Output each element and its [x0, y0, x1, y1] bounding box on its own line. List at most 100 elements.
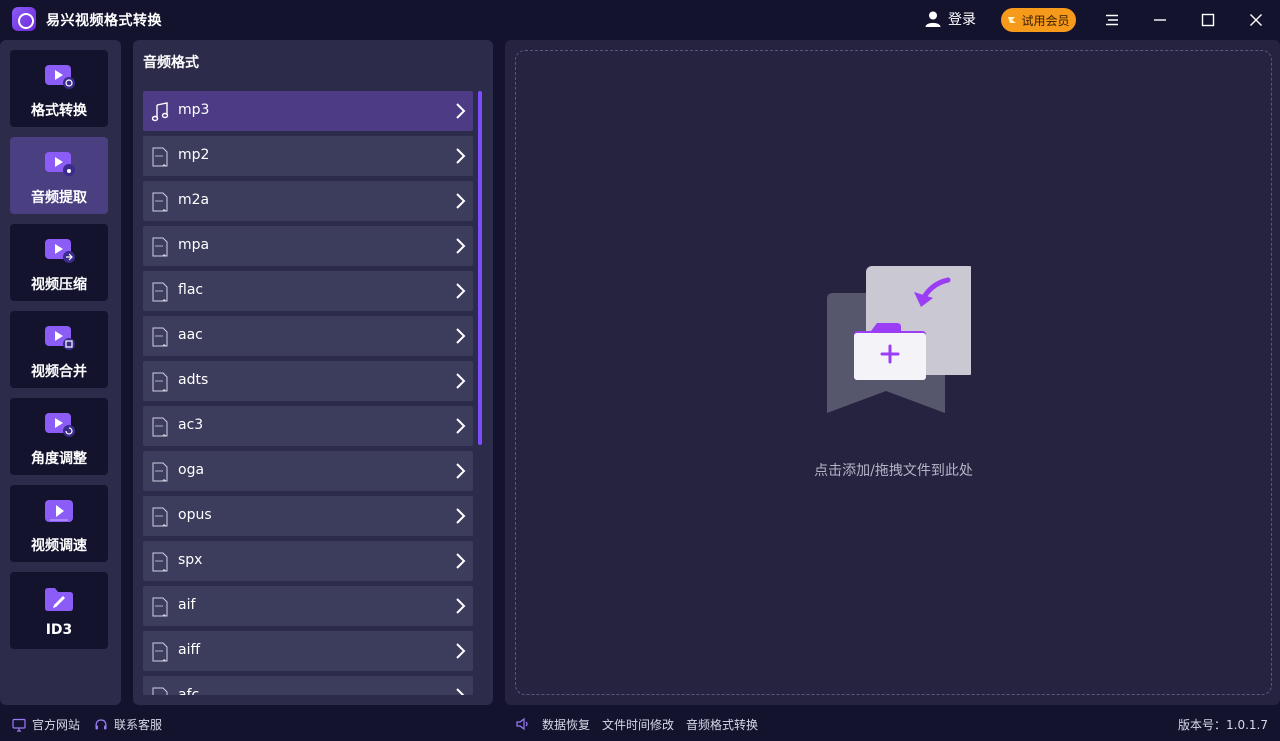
nav-item-label: ID3 [45, 622, 73, 638]
menu-icon [1106, 14, 1118, 26]
user-icon [925, 11, 941, 27]
section-title: 音频格式 [143, 55, 199, 71]
nav-item-speed[interactable]: 视频调速 [10, 485, 108, 562]
nav-item-id3-edit[interactable]: ID3 [10, 572, 108, 649]
nav-item-video-compress[interactable]: 视频压缩 [10, 224, 108, 301]
audio-file-icon [152, 597, 168, 617]
format-item-mpa[interactable]: mpa [143, 226, 473, 266]
format-item-aiff[interactable]: aiff [143, 631, 473, 671]
drop-zone-hint: 点击添加/拖拽文件到此处 [814, 463, 973, 479]
chevron-right-icon [456, 283, 466, 299]
chevron-right-icon [456, 688, 465, 695]
nav-item-label: 音频提取 [31, 190, 87, 206]
format-item-adts[interactable]: adts [143, 361, 473, 401]
nav-item-audio-extract[interactable]: 音频提取 [10, 137, 108, 214]
minimize-button[interactable] [1148, 8, 1172, 32]
contact-support-label: 联系客服 [114, 718, 163, 732]
headset-icon [95, 718, 107, 729]
audio-file-icon [152, 192, 168, 212]
file-drop-zone[interactable]: 点击添加/拖拽文件到此处 [515, 50, 1272, 695]
audio-file-icon [152, 552, 168, 572]
format-label: oga [178, 462, 205, 478]
audio-format-convert-label: 音频格式转换 [686, 718, 759, 732]
nav-item-label: 格式转换 [31, 103, 87, 119]
chevron-right-icon [456, 103, 466, 119]
official-site-label: 官方网站 [32, 718, 81, 732]
title-bar: 易兴视频格式转换 登录 试用会员 [0, 0, 1280, 40]
audio-file-icon [152, 372, 168, 392]
audio-file-icon [152, 417, 168, 437]
format-item-aif[interactable]: aif [143, 586, 473, 626]
nav-item-video-convert[interactable]: 格式转换 [10, 50, 108, 127]
chevron-right-icon [456, 508, 466, 524]
format-item-mp2[interactable]: mp2 [143, 136, 473, 176]
audio-format-convert-link[interactable]: 音频格式转换 [686, 716, 758, 733]
audio-file-icon [152, 237, 168, 257]
video-merge-icon [45, 326, 75, 350]
file-time-edit-label: 文件时间修改 [602, 718, 675, 732]
app-title: 易兴视频格式转换 [46, 13, 162, 29]
format-label: m2a [178, 192, 210, 208]
file-drop-panel: 点击添加/拖拽文件到此处 [505, 40, 1280, 705]
audio-file-icon [152, 327, 168, 347]
format-item-opus[interactable]: opus [143, 496, 473, 536]
video-compress-icon [45, 239, 75, 263]
login-label: 登录 [948, 12, 976, 28]
maximize-icon [1201, 13, 1215, 27]
format-label: opus [178, 507, 212, 523]
vip-trial-button[interactable]: 试用会员 [1001, 8, 1076, 32]
app-window: 易兴视频格式转换 登录 试用会员 格式转换 音频提取 视频压缩 视频合并 角度调… [0, 0, 1280, 741]
format-item-spx[interactable]: spx [143, 541, 473, 581]
data-recovery-link[interactable]: 数据恢复 [542, 716, 590, 733]
menu-button[interactable] [1100, 8, 1124, 32]
format-label: aiff [178, 642, 201, 658]
official-site-link[interactable]: 官方网站 [12, 716, 80, 733]
audio-file-icon [152, 282, 168, 302]
nav-item-rotate[interactable]: 角度调整 [10, 398, 108, 475]
login-button[interactable]: 登录 [924, 8, 976, 30]
format-label: flac [178, 282, 204, 298]
nav-item-label: 视频压缩 [31, 277, 87, 293]
format-item-oga[interactable]: oga [143, 451, 473, 491]
id3-edit-icon [45, 588, 73, 611]
video-convert-icon [45, 65, 75, 89]
vip-crown-icon [1008, 17, 1017, 23]
file-time-edit-link[interactable]: 文件时间修改 [602, 716, 674, 733]
contact-support-link[interactable]: 联系客服 [94, 716, 162, 733]
format-label: mp2 [178, 147, 210, 163]
close-button[interactable] [1244, 8, 1268, 32]
version-label: 版本号：1.0.1.7 [1178, 718, 1268, 732]
format-item-ac3[interactable]: ac3 [143, 406, 473, 446]
speed-icon [45, 500, 73, 522]
audio-file-icon [152, 147, 168, 167]
format-label: mp3 [178, 102, 210, 118]
format-label: adts [178, 372, 209, 388]
add-folder-icon [827, 266, 971, 413]
chevron-right-icon [456, 373, 466, 389]
chevron-right-icon [456, 553, 466, 569]
format-label: afc [178, 687, 200, 695]
chevron-right-icon [456, 463, 466, 479]
format-item-aac[interactable]: aac [143, 316, 473, 356]
audio-file-icon [152, 642, 168, 662]
chevron-right-icon [456, 148, 466, 164]
rotate-icon [45, 413, 75, 437]
speaker-icon [516, 717, 528, 731]
maximize-button[interactable] [1196, 8, 1220, 32]
chevron-right-icon [456, 238, 466, 254]
audio-extract-icon [45, 152, 75, 176]
nav-item-label: 视频合并 [31, 364, 87, 380]
chevron-right-icon [456, 193, 466, 209]
audio-file-icon [152, 462, 168, 482]
format-list: mp3 mp2 m2a mpa flac aac adts ac3 oga opus spx aif a… [143, 91, 473, 695]
format-label: ac3 [178, 417, 204, 433]
format-label: aac [178, 327, 203, 343]
format-item-flac[interactable]: flac [143, 271, 473, 311]
nav-item-video-merge[interactable]: 视频合并 [10, 311, 108, 388]
format-item-m2a[interactable]: m2a [143, 181, 473, 221]
format-item-mp3[interactable]: mp3 [143, 91, 473, 131]
format-list-scrollbar[interactable] [478, 91, 482, 445]
chevron-right-icon [456, 328, 466, 344]
vip-label: 试用会员 [1021, 13, 1070, 28]
format-item-afc[interactable]: afc [143, 676, 473, 695]
